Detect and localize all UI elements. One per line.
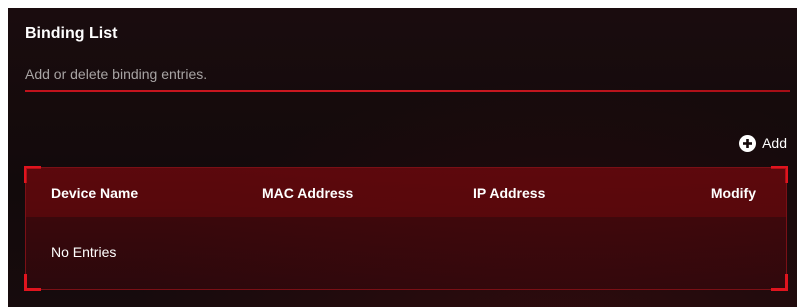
binding-list-panel: Binding List Add or delete binding entri… xyxy=(8,8,797,307)
empty-table-message: No Entries xyxy=(51,244,117,260)
table-header: Device Name MAC Address IP Address Modif… xyxy=(26,168,786,217)
panel-title: Binding List xyxy=(25,25,118,42)
add-button-label: Add xyxy=(762,135,787,151)
panel-subtitle: Add or delete binding entries. xyxy=(25,66,208,82)
plus-circle-icon xyxy=(739,134,757,152)
section-divider xyxy=(25,90,790,92)
column-header-mac-address: MAC Address xyxy=(262,185,354,201)
table-row: No Entries xyxy=(26,217,786,290)
column-header-ip-address: IP Address xyxy=(473,185,546,201)
column-header-modify: Modify xyxy=(710,185,756,201)
add-button[interactable]: Add xyxy=(739,133,787,153)
column-header-device-name: Device Name xyxy=(51,185,139,201)
binding-table: Device Name MAC Address IP Address Modif… xyxy=(24,166,788,291)
